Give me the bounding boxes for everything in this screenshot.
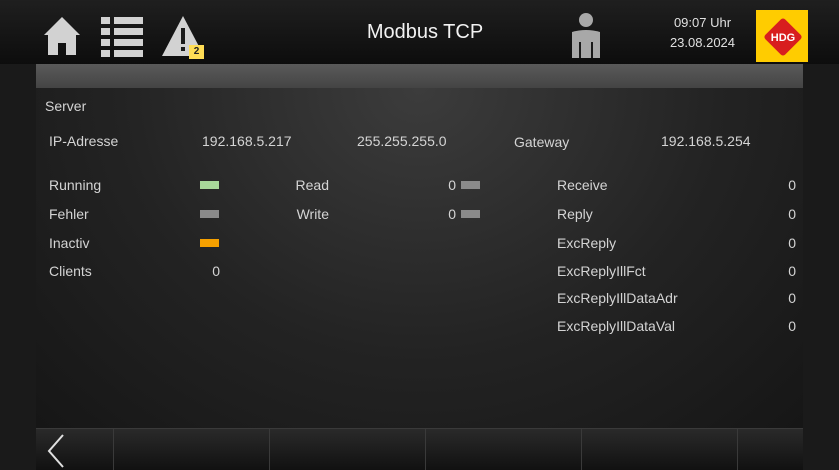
status-label-running: Running xyxy=(49,177,102,193)
counter-label-excreplyillfct: ExcReplyIllFct xyxy=(557,263,646,279)
section-title: Server xyxy=(45,98,87,114)
counter-label-excreplyilldataadr: ExcReplyIllDataAdr xyxy=(557,290,678,306)
list-icon[interactable] xyxy=(99,15,145,57)
counter-label-excreply: ExcReply xyxy=(557,235,617,251)
status-label-inactiv: Inactiv xyxy=(49,235,90,251)
chevron-left-icon xyxy=(47,434,64,468)
sub-header-bar xyxy=(36,64,803,88)
clock: 09:07 Uhr 23.08.2024 xyxy=(655,13,750,53)
logo-text: HDG xyxy=(771,32,795,44)
footer-button-4[interactable] xyxy=(582,429,738,470)
warning-count-badge: 2 xyxy=(189,45,204,59)
status-indicator-fehler xyxy=(200,210,219,218)
footer-button-3[interactable] xyxy=(426,429,582,470)
write-indicator xyxy=(461,210,480,218)
counter-value-reply: 0 xyxy=(788,206,796,222)
read-label: Read xyxy=(295,177,329,193)
gateway-value[interactable]: 192.168.5.254 xyxy=(661,133,751,149)
footer-button-2[interactable] xyxy=(270,429,426,470)
status-indicator-inactiv xyxy=(200,239,219,247)
time-text: 09:07 Uhr xyxy=(673,15,732,30)
back-button[interactable] xyxy=(36,429,114,470)
footer-bar xyxy=(36,428,803,470)
counter-value-receive: 0 xyxy=(788,177,796,193)
read-indicator xyxy=(461,181,480,189)
main-panel: Server IP-Adresse 192.168.5.217 255.255.… xyxy=(36,88,803,428)
subnet-mask-value[interactable]: 255.255.255.0 xyxy=(357,133,447,149)
user-icon[interactable] xyxy=(569,12,603,60)
clients-label: Clients xyxy=(49,263,92,279)
page-title: Modbus TCP xyxy=(366,21,484,43)
ip-address-value[interactable]: 192.168.5.217 xyxy=(202,133,292,149)
counter-value-excreply: 0 xyxy=(788,235,796,251)
read-value: 0 xyxy=(448,177,456,193)
counter-value-excreplyilldataval: 0 xyxy=(788,318,796,334)
counter-label-excreplyilldataval: ExcReplyIllDataVal xyxy=(557,318,676,334)
footer-button-5[interactable] xyxy=(738,429,803,470)
counter-value-excreplyilldataadr: 0 xyxy=(788,290,796,306)
header-bar: 2 Modbus TCP 09:07 Uhr 23.08.2024 HDG xyxy=(0,0,839,64)
date-text: 23.08.2024 xyxy=(669,35,736,50)
clients-value: 0 xyxy=(212,263,220,279)
home-icon[interactable] xyxy=(42,15,82,57)
logo-mark: HDG xyxy=(764,18,802,56)
status-label-fehler: Fehler xyxy=(49,206,89,222)
footer-button-1[interactable] xyxy=(114,429,270,470)
counter-value-excreplyillfct: 0 xyxy=(788,263,796,279)
counter-label-receive: Receive xyxy=(557,177,608,193)
ip-label: IP-Adresse xyxy=(49,133,119,149)
write-label: Write xyxy=(296,206,329,222)
write-value: 0 xyxy=(448,206,456,222)
counter-label-reply: Reply xyxy=(557,206,593,222)
hdg-logo: HDG xyxy=(756,10,808,62)
gateway-label: Gateway xyxy=(514,134,570,150)
status-indicator-running xyxy=(200,181,219,189)
